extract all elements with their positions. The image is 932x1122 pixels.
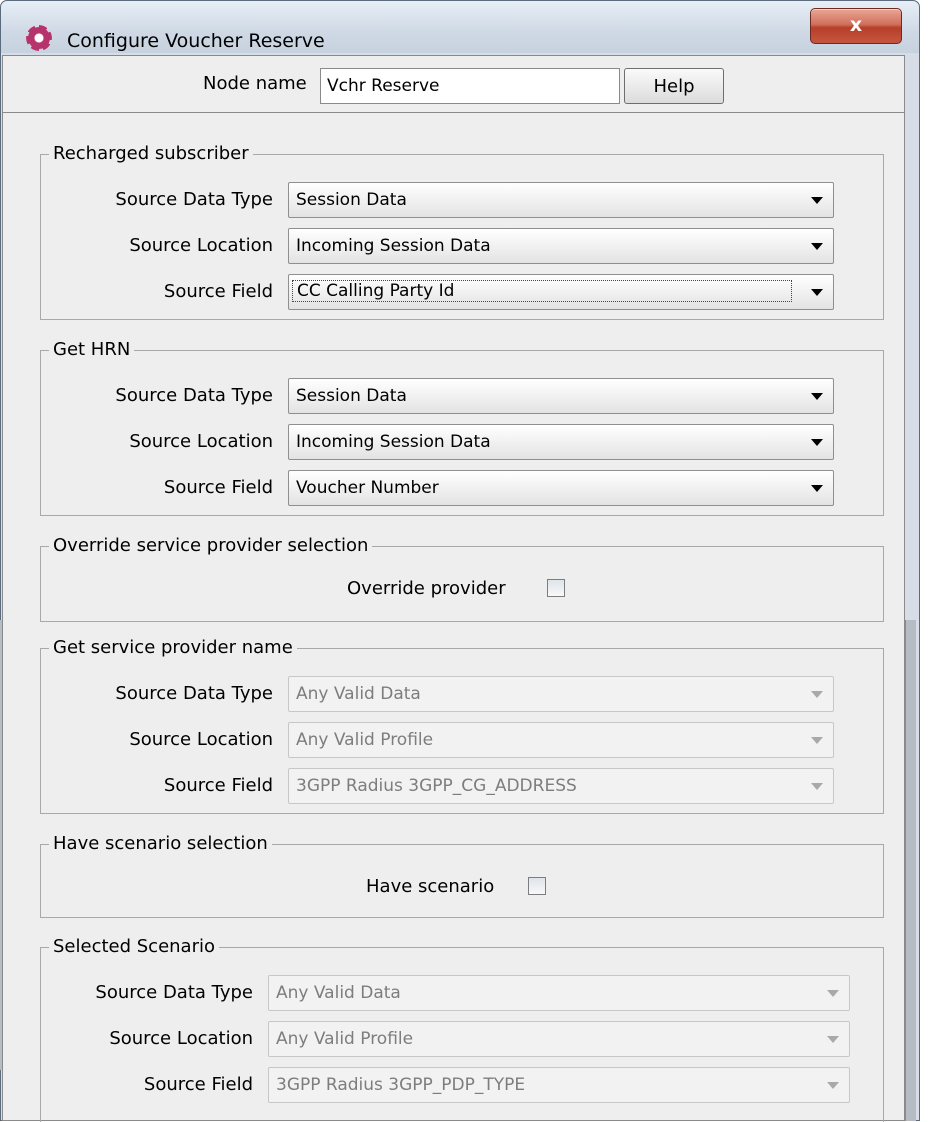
combo-value: CC Calling Party Id bbox=[292, 280, 792, 302]
combo-value: Any Valid Profile bbox=[276, 1029, 414, 1049]
source-data-type-combo[interactable]: Any Valid Data bbox=[288, 676, 834, 712]
dialog-content: Node name Help Recharged subscriber Sour… bbox=[2, 55, 905, 1122]
source-location-combo[interactable]: Incoming Session Data bbox=[288, 228, 834, 264]
chevron-down-icon bbox=[827, 1082, 839, 1089]
combo-value: 3GPP Radius 3GPP_PDP_TYPE bbox=[276, 1075, 526, 1095]
have-scenario-label: Have scenario bbox=[366, 876, 495, 897]
combo-value: Voucher Number bbox=[296, 478, 439, 498]
chevron-down-icon bbox=[811, 439, 823, 446]
node-name-label: Node name bbox=[203, 73, 307, 94]
group-title: Get service provider name bbox=[49, 637, 297, 658]
chevron-down-icon bbox=[811, 737, 823, 744]
source-data-type-label: Source Data Type bbox=[115, 385, 273, 406]
chevron-down-icon bbox=[827, 1036, 839, 1043]
chevron-down-icon bbox=[811, 691, 823, 698]
title-bar[interactable]: Configure Voucher Reserve x bbox=[1, 1, 919, 53]
source-data-type-label: Source Data Type bbox=[95, 982, 253, 1003]
chevron-down-icon bbox=[811, 393, 823, 400]
chevron-down-icon bbox=[811, 485, 823, 492]
source-data-type-label: Source Data Type bbox=[115, 683, 273, 704]
source-field-combo[interactable]: 3GPP Radius 3GPP_PDP_TYPE bbox=[268, 1067, 850, 1103]
source-location-combo[interactable]: Any Valid Profile bbox=[268, 1021, 850, 1057]
group-title: Override service provider selection bbox=[49, 535, 373, 556]
group-service-provider-name: Get service provider name Source Data Ty… bbox=[40, 637, 884, 814]
combo-value: Any Valid Profile bbox=[296, 730, 434, 750]
source-location-label: Source Location bbox=[129, 235, 273, 256]
source-field-label: Source Field bbox=[163, 281, 273, 302]
group-selected-scenario: Selected Scenario Source Data Type Any V… bbox=[40, 936, 884, 1122]
group-scenario-selection: Have scenario selection Have scenario bbox=[40, 833, 884, 918]
source-data-type-combo[interactable]: Any Valid Data bbox=[268, 975, 850, 1011]
combo-value: 3GPP Radius 3GPP_CG_ADDRESS bbox=[296, 776, 577, 796]
combo-value: Incoming Session Data bbox=[296, 432, 491, 452]
group-recharged-subscriber: Recharged subscriber Source Data Type Se… bbox=[40, 143, 884, 320]
combo-value: Incoming Session Data bbox=[296, 236, 491, 256]
source-field-label: Source Field bbox=[163, 477, 273, 498]
have-scenario-checkbox[interactable] bbox=[528, 877, 546, 895]
node-name-input[interactable] bbox=[320, 68, 620, 104]
chevron-down-icon bbox=[811, 289, 823, 296]
node-name-bar: Node name Help bbox=[3, 56, 904, 113]
window-title: Configure Voucher Reserve bbox=[67, 30, 325, 52]
override-provider-checkbox[interactable] bbox=[547, 579, 565, 597]
group-title: Selected Scenario bbox=[49, 936, 219, 957]
source-location-combo[interactable]: Incoming Session Data bbox=[288, 424, 834, 460]
source-data-type-combo[interactable]: Session Data bbox=[288, 182, 834, 218]
combo-value: Any Valid Data bbox=[276, 983, 401, 1003]
group-title: Recharged subscriber bbox=[49, 143, 253, 164]
source-field-combo[interactable]: Voucher Number bbox=[288, 470, 834, 506]
source-location-label: Source Location bbox=[129, 431, 273, 452]
source-location-combo[interactable]: Any Valid Profile bbox=[288, 722, 834, 758]
group-title: Get HRN bbox=[49, 339, 135, 360]
window-frame-right bbox=[905, 620, 916, 1121]
combo-value: Session Data bbox=[296, 190, 407, 210]
source-field-label: Source Field bbox=[163, 775, 273, 796]
chevron-down-icon bbox=[811, 783, 823, 790]
app-logo-icon bbox=[28, 27, 50, 49]
close-button[interactable]: x bbox=[810, 8, 902, 44]
chevron-down-icon bbox=[811, 243, 823, 250]
source-field-combo[interactable]: 3GPP Radius 3GPP_CG_ADDRESS bbox=[288, 768, 834, 804]
source-data-type-label: Source Data Type bbox=[115, 189, 273, 210]
source-field-combo[interactable]: CC Calling Party Id bbox=[288, 274, 834, 310]
help-button[interactable]: Help bbox=[624, 68, 724, 104]
source-data-type-combo[interactable]: Session Data bbox=[288, 378, 834, 414]
combo-value: Any Valid Data bbox=[296, 684, 421, 704]
source-field-label: Source Field bbox=[143, 1074, 253, 1095]
source-location-label: Source Location bbox=[109, 1028, 253, 1049]
chevron-down-icon bbox=[827, 990, 839, 997]
chevron-down-icon bbox=[811, 197, 823, 204]
group-override-provider: Override service provider selection Over… bbox=[40, 535, 884, 622]
combo-value: Session Data bbox=[296, 386, 407, 406]
override-provider-label: Override provider bbox=[347, 578, 506, 599]
group-title: Have scenario selection bbox=[49, 833, 272, 854]
group-get-hrn: Get HRN Source Data Type Session Data So… bbox=[40, 339, 884, 516]
source-location-label: Source Location bbox=[129, 729, 273, 750]
